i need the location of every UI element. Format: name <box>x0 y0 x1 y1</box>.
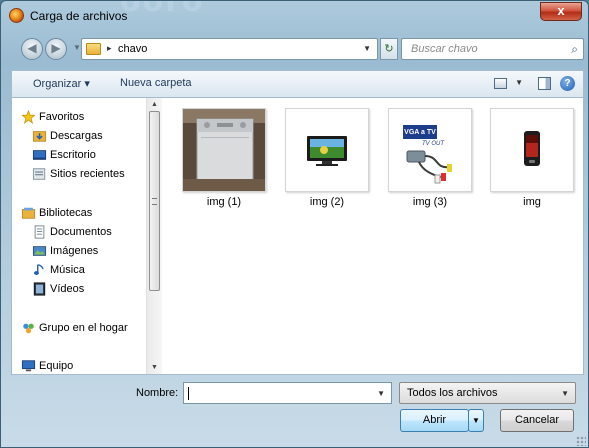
search-box[interactable]: Buscar chavo ⌕ <box>401 38 584 60</box>
mobile-phone-image <box>491 109 573 191</box>
breadcrumb-current-folder[interactable]: chavo <box>118 43 147 55</box>
sidebar-item-label: Equipo <box>39 360 74 372</box>
sidebar-item-sitios-recientes[interactable]: Sitios recientes <box>12 166 146 184</box>
file-name: img <box>523 196 541 208</box>
file-name: img (2) <box>309 196 345 208</box>
file-thumbnail <box>490 108 574 192</box>
preview-pane-icon[interactable] <box>538 77 551 90</box>
sidebar-item-label: Imágenes <box>50 245 99 257</box>
sidebar-item-grupo-hogar[interactable]: Grupo en el hogar <box>12 320 146 338</box>
sidebar-item-label: Música <box>50 264 85 276</box>
change-view-icon[interactable] <box>494 78 507 89</box>
file-type-dropdown-icon: ▼ <box>561 389 569 398</box>
dialog-footer: Nombre: ▼ Todos los archivos ▼ Abrir ▼ C… <box>1 375 588 447</box>
downloads-folder-icon <box>32 131 47 142</box>
washing-machine-photo <box>183 109 265 191</box>
organize-menu-button[interactable]: Organizar ▾ <box>33 77 90 90</box>
help-icon[interactable]: ? <box>560 76 575 91</box>
file-name-dropdown-icon[interactable]: ▼ <box>377 389 385 398</box>
address-dropdown-icon[interactable]: ▼ <box>363 44 371 53</box>
cable-brand-text: VGA a TV <box>404 129 436 136</box>
search-input[interactable]: Buscar chavo <box>411 43 478 55</box>
scrollbar-grip-icon <box>152 198 157 205</box>
sidebar-item-label: Escritorio <box>50 149 96 161</box>
sidebar-item-label: Sitios recientes <box>50 168 125 180</box>
file-thumbnail <box>182 108 266 192</box>
sidebar-item-equipo[interactable]: Equipo <box>12 358 146 376</box>
cancel-button[interactable]: Cancelar <box>500 409 574 432</box>
sidebar-item-label: Bibliotecas <box>39 207 93 219</box>
file-item[interactable]: VGA a TV TV OUT img (3) <box>387 106 473 216</box>
recent-places-icon <box>32 168 46 180</box>
window-title: Carga de archivos <box>30 9 128 23</box>
sidebar-item-label: Favoritos <box>39 111 85 123</box>
file-name-label: Nombre: <box>136 387 179 399</box>
firefox-app-icon <box>9 8 24 23</box>
text-cursor <box>188 387 189 400</box>
sidebar-item-bibliotecas[interactable]: Bibliotecas <box>12 205 146 223</box>
path-separator-icon[interactable]: ▸ <box>107 43 112 54</box>
pictures-icon <box>32 246 47 256</box>
forward-arrow-icon: ▶ <box>51 41 61 55</box>
videos-icon <box>33 282 46 296</box>
file-name-input[interactable]: ▼ <box>183 382 392 404</box>
sidebar-item-label: Vídeos <box>50 283 85 295</box>
file-item[interactable]: img (1) <box>181 106 267 216</box>
forward-button[interactable]: ▶ <box>45 38 67 60</box>
back-arrow-icon: ◀ <box>27 41 37 55</box>
file-thumbnail <box>285 108 369 192</box>
file-item[interactable]: img <box>489 106 575 216</box>
sidebar-item-descargas[interactable]: Descargas <box>12 128 146 146</box>
title-bar[interactable]: Carga de archivos x <box>1 1 588 29</box>
file-name: img (3) <box>412 196 448 208</box>
sidebar-item-favoritos[interactable]: Favoritos <box>12 109 146 127</box>
navigation-scrollbar[interactable]: ▲ ▼ <box>146 98 162 374</box>
music-icon <box>33 264 44 275</box>
scroll-up-icon[interactable]: ▲ <box>151 101 158 108</box>
recent-locations-dropdown-icon[interactable]: ▼ <box>73 43 81 52</box>
file-upload-dialog: Carga de archivos x ◀ ▶ ▼ ▸ chavo ▼ ↻ Bu… <box>0 0 589 448</box>
file-name: img (1) <box>206 196 242 208</box>
sidebar-item-label: Descargas <box>50 130 103 142</box>
command-toolbar: Organizar ▾ Nueva carpeta ▼ ? <box>11 70 584 97</box>
sidebar-item-label: Grupo en el hogar <box>39 322 128 334</box>
libraries-icon <box>21 207 36 219</box>
file-type-select[interactable]: Todos los archivos ▼ <box>399 382 576 404</box>
file-item[interactable]: img (2) <box>284 106 370 216</box>
new-folder-button[interactable]: Nueva carpeta <box>120 77 192 89</box>
chevron-down-icon: ▼ <box>472 416 480 425</box>
navigation-pane: Favoritos Descargas Escritorio Sitios re… <box>12 98 162 374</box>
content-panes: Favoritos Descargas Escritorio Sitios re… <box>11 97 584 375</box>
television-image <box>286 109 368 191</box>
sidebar-item-imagenes[interactable]: Imágenes <box>12 243 146 261</box>
file-thumbnail: VGA a TV TV OUT <box>388 108 472 192</box>
file-list: img (1) img (2) VGA a TV TV OUT img (3) … <box>167 98 583 374</box>
open-button[interactable]: Abrir <box>400 409 469 432</box>
sidebar-item-escritorio[interactable]: Escritorio <box>12 147 146 165</box>
refresh-button[interactable]: ↻ <box>380 38 398 60</box>
refresh-icon: ↻ <box>384 43 394 55</box>
open-options-dropdown-button[interactable]: ▼ <box>468 409 484 432</box>
back-button[interactable]: ◀ <box>21 38 43 60</box>
vga-to-tv-cable-image: VGA a TV TV OUT <box>389 109 471 191</box>
close-button[interactable]: x <box>540 2 582 21</box>
star-icon <box>21 110 36 124</box>
homegroup-icon <box>23 323 34 334</box>
documents-icon <box>34 225 45 239</box>
cable-brand-subtext: TV OUT <box>422 141 445 147</box>
view-options-dropdown-icon[interactable]: ▼ <box>515 78 523 87</box>
sidebar-item-label: Documentos <box>50 226 112 238</box>
file-type-value: Todos los archivos <box>407 387 498 399</box>
search-icon[interactable]: ⌕ <box>571 42 578 57</box>
sidebar-item-documentos[interactable]: Documentos <box>12 224 146 242</box>
sidebar-item-videos[interactable]: Vídeos <box>12 281 146 299</box>
scroll-down-icon[interactable]: ▼ <box>151 364 158 371</box>
sidebar-item-musica[interactable]: Música <box>12 262 146 280</box>
desktop-icon <box>32 150 47 160</box>
resize-grip-icon[interactable] <box>576 436 586 446</box>
address-bar[interactable]: ▸ chavo ▼ <box>81 38 378 60</box>
folder-icon <box>86 43 101 55</box>
scrollbar-thumb[interactable] <box>149 111 160 291</box>
computer-icon <box>21 360 36 372</box>
